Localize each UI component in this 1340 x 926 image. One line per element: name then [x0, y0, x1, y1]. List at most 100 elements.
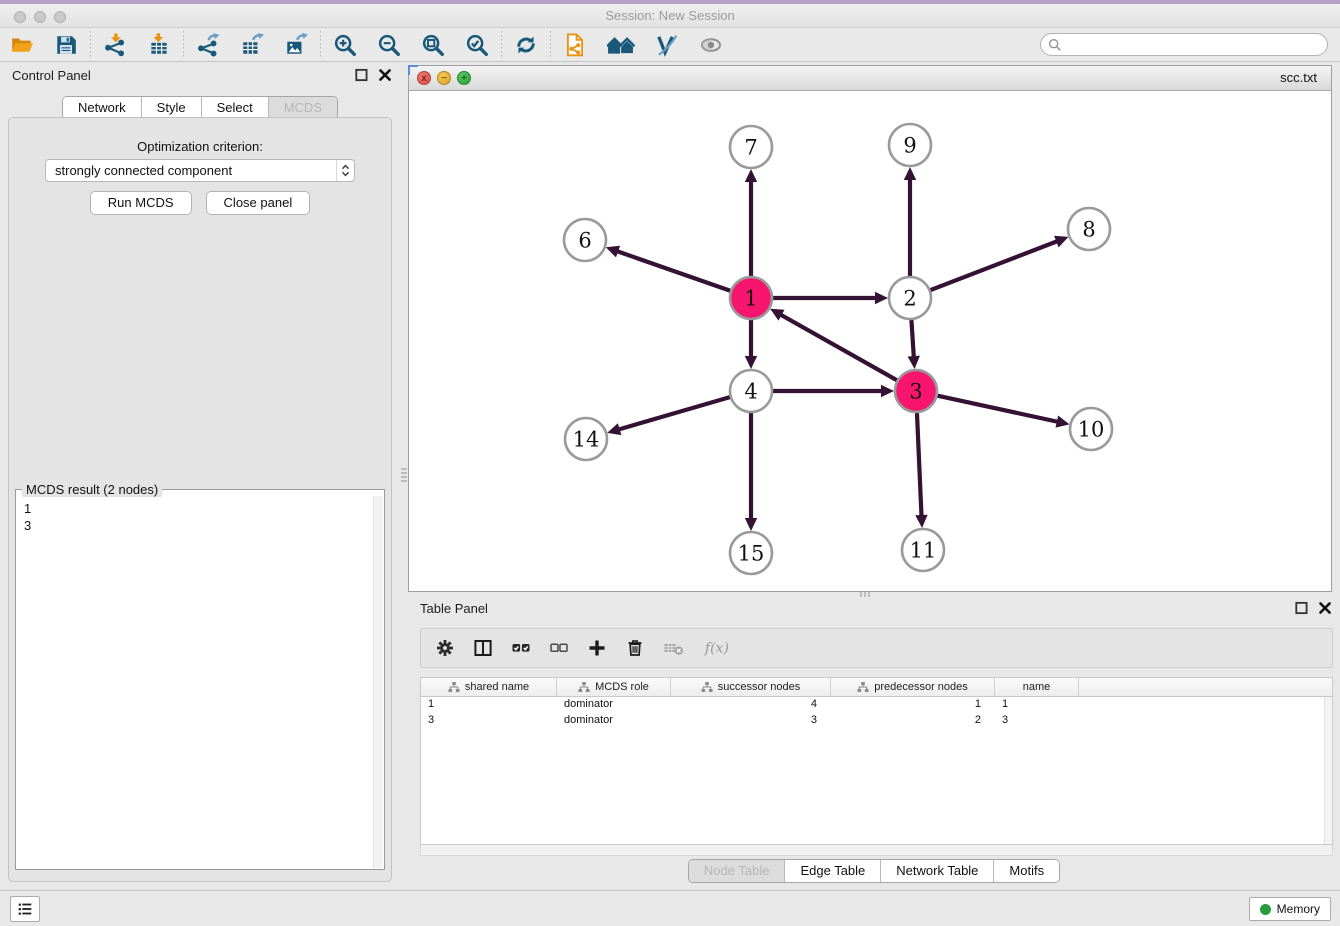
tab-edge-table[interactable]: Edge Table	[784, 860, 880, 882]
column-header-name[interactable]: name	[995, 678, 1079, 696]
show-panels-button[interactable]	[10, 896, 40, 922]
graph-edge-arrowhead	[908, 356, 920, 369]
table-panel: Table Panel f(x) shared name MCDS role suc…	[408, 595, 1340, 890]
table-row[interactable]: 3dominator323	[421, 713, 1332, 729]
zoom-in-icon[interactable]	[333, 33, 357, 57]
float-panel-icon[interactable]	[354, 67, 370, 83]
tab-motifs[interactable]: Motifs	[993, 860, 1059, 882]
mcds-tab-content: Optimization criterion: strongly connect…	[8, 117, 392, 882]
table-cell[interactable]: 3	[421, 713, 557, 729]
tab-style[interactable]: Style	[141, 97, 201, 119]
table-toolbar: f(x)	[420, 628, 1333, 668]
table-cell[interactable]: dominator	[557, 713, 671, 729]
add-icon[interactable]	[587, 638, 607, 658]
table-cell[interactable]: 3	[671, 713, 831, 729]
tab-network-table[interactable]: Network Table	[880, 860, 993, 882]
control-panel-title: Control Panel	[0, 68, 91, 83]
column-header-label: successor nodes	[718, 681, 801, 693]
tab-mcds[interactable]: MCDS	[268, 97, 337, 119]
tab-network[interactable]: Network	[63, 97, 141, 119]
graph-edge-3-10[interactable]	[937, 396, 1058, 422]
network-view-window: x − + scc.txt 7968124314101511	[408, 65, 1332, 592]
table-cell[interactable]: 3	[995, 713, 1079, 729]
import-network-icon[interactable]	[103, 33, 127, 57]
mcds-result-title: MCDS result (2 nodes)	[22, 482, 162, 497]
result-scrollbar[interactable]	[373, 496, 383, 868]
mcds-result-text[interactable]: 1 3	[18, 498, 372, 867]
graph-edge-3-11[interactable]	[917, 413, 922, 517]
eye-icon[interactable]	[699, 33, 723, 57]
table-cell[interactable]: 4	[671, 697, 831, 713]
column-header-successor-nodes[interactable]: successor nodes	[671, 678, 831, 696]
home-icon[interactable]	[607, 33, 635, 57]
search-input[interactable]	[1062, 35, 1327, 54]
graph-edge-3-1[interactable]	[780, 314, 897, 380]
close-panel-button[interactable]: Close panel	[206, 191, 311, 215]
graph-node-label: 2	[903, 287, 916, 311]
toolbar-separator	[320, 31, 321, 59]
tab-select[interactable]: Select	[201, 97, 268, 119]
table-vertical-scrollbar[interactable]	[1324, 697, 1332, 844]
criterion-dropdown[interactable]: strongly connected component	[45, 159, 355, 182]
export-network-icon[interactable]	[196, 33, 220, 57]
open-folder-icon[interactable]	[10, 33, 34, 57]
graph-node-label: 6	[578, 229, 591, 253]
export-table-icon[interactable]	[240, 33, 264, 57]
panel-divider-gripper[interactable]	[401, 468, 407, 482]
graph-node-label: 10	[1078, 418, 1105, 442]
graph-node-label: 1	[744, 287, 757, 311]
graph-edge-2-3[interactable]	[911, 320, 913, 358]
split-view-icon[interactable]	[473, 638, 493, 658]
table-panel-title: Table Panel	[408, 601, 488, 616]
graph-edge-1-6[interactable]	[616, 251, 730, 291]
memory-button[interactable]: Memory	[1249, 897, 1331, 921]
gear-icon[interactable]	[435, 638, 455, 658]
graph-node-label: 9	[903, 134, 916, 158]
table-row[interactable]: 1dominator411	[421, 697, 1332, 713]
graph-edge-2-8[interactable]	[931, 241, 1059, 290]
zoom-fit-icon[interactable]	[421, 33, 445, 57]
table-cell[interactable]: 2	[831, 713, 995, 729]
control-panel: Control Panel NetworkStyleSelectMCDS Opt…	[0, 62, 400, 890]
delete-table-icon[interactable]	[663, 638, 685, 658]
column-header-label: MCDS role	[595, 681, 649, 693]
network-window-titlebar[interactable]: x − + scc.txt	[409, 66, 1331, 91]
memory-status-icon	[1260, 904, 1271, 915]
deselect-all-icon[interactable]	[549, 638, 569, 658]
toolbar-separator	[183, 31, 184, 59]
column-header-MCDS-role[interactable]: MCDS role	[557, 678, 671, 696]
graph-edge-arrowhead	[1055, 416, 1069, 428]
table-cell[interactable]: 1	[421, 697, 557, 713]
criterion-value: strongly connected component	[46, 163, 336, 178]
save-icon[interactable]	[54, 33, 78, 57]
toggle-graphics-details-icon[interactable]	[655, 33, 679, 57]
close-panel-icon[interactable]	[1317, 600, 1333, 616]
table-cell[interactable]: 1	[831, 697, 995, 713]
table-cell[interactable]: dominator	[557, 697, 671, 713]
graph-node-label: 15	[738, 542, 765, 566]
run-mcds-button[interactable]: Run MCDS	[90, 191, 192, 215]
zoom-out-icon[interactable]	[377, 33, 401, 57]
import-table-icon[interactable]	[147, 33, 171, 57]
column-header-shared-name[interactable]: shared name	[421, 678, 557, 696]
column-header-label: predecessor nodes	[874, 681, 968, 693]
tab-node-table[interactable]: Node Table	[689, 860, 785, 882]
close-panel-icon[interactable]	[377, 67, 393, 83]
network-canvas[interactable]: 7968124314101511	[409, 91, 1331, 591]
fx-icon[interactable]: f(x)	[703, 638, 733, 658]
application-window: Session: New Session Control Panel Netwo…	[0, 0, 1340, 926]
select-all-icon[interactable]	[511, 638, 531, 658]
zoom-selected-icon[interactable]	[465, 33, 489, 57]
table-horizontal-scrollbar[interactable]	[420, 845, 1333, 856]
float-panel-icon[interactable]	[1294, 600, 1310, 616]
column-header-predecessor-nodes[interactable]: predecessor nodes	[831, 678, 995, 696]
titlebar[interactable]: Session: New Session	[0, 4, 1340, 28]
search-field[interactable]	[1040, 33, 1328, 56]
graph-edge-arrowhead	[875, 292, 888, 304]
trash-icon[interactable]	[625, 638, 645, 658]
network-file-icon[interactable]	[563, 33, 587, 57]
table-cell[interactable]: 1	[995, 697, 1079, 713]
export-image-icon[interactable]	[284, 33, 308, 57]
refresh-icon[interactable]	[514, 33, 538, 57]
graph-edge-4-14[interactable]	[618, 397, 730, 430]
